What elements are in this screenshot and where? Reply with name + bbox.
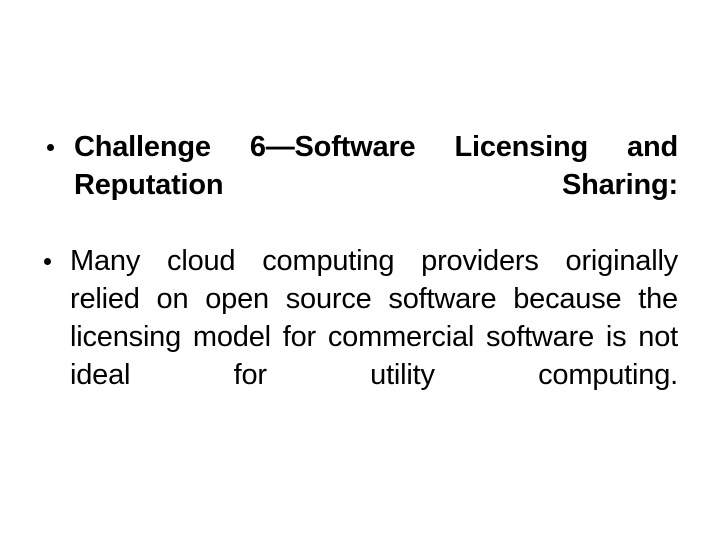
slide-canvas: Challenge 6—Software Licensing and Reput… [0,0,720,540]
list-item: Many cloud computing providers originall… [30,242,678,432]
round-bullet-icon [47,144,54,151]
bullet-text-body: Many cloud computing providers originall… [70,245,678,391]
slide-content-placeholder: Challenge 6—Software Licensing and Reput… [30,128,678,432]
round-bullet-icon [44,258,51,265]
list-item: Challenge 6—Software Licensing and Reput… [30,128,678,242]
bullet-list: Challenge 6—Software Licensing and Reput… [30,128,678,432]
bullet-text-heading: Challenge 6—Software Licensing and Reput… [74,131,678,201]
